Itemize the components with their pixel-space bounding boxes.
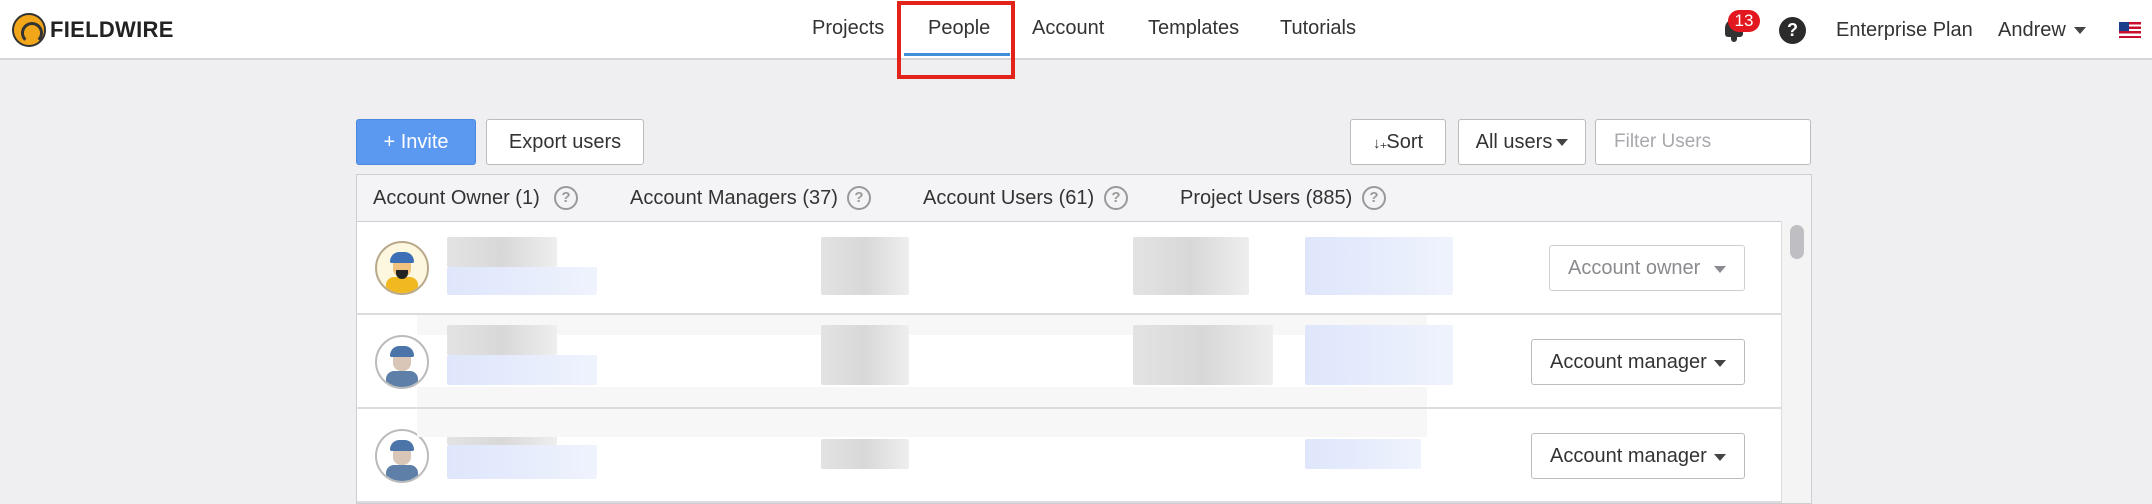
redacted-field — [1305, 325, 1453, 385]
user-category-tabs: Account Owner (1) ? Account Managers (37… — [357, 175, 1811, 222]
scrollbar[interactable] — [1781, 221, 1811, 503]
nav-tutorials[interactable]: Tutorials — [1280, 17, 1356, 40]
fieldwire-logo[interactable]: FIELDWIRE — [12, 13, 174, 47]
export-users-button[interactable]: Export users — [486, 119, 644, 165]
user-filter-select[interactable]: All users — [1458, 119, 1586, 165]
sort-button[interactable]: ↓₊Sort — [1350, 119, 1446, 165]
tab-account-users[interactable]: Account Users (61) — [923, 187, 1094, 210]
sort-alpha-icon: ↓₊ — [1372, 135, 1387, 152]
notification-badge[interactable]: 13 — [1728, 10, 1760, 32]
help-circle-icon[interactable]: ? — [1779, 17, 1806, 44]
chevron-down-icon — [1556, 139, 1569, 147]
role-select-value: Account owner — [1568, 257, 1701, 279]
user-filter-select-label: All users — [1475, 131, 1553, 153]
tab-project-users[interactable]: Project Users (885) — [1180, 187, 1352, 210]
highlight-annotation — [897, 1, 1015, 79]
avatar — [375, 335, 429, 389]
redacted-field — [1133, 237, 1249, 295]
avatar — [375, 241, 429, 295]
nav-projects[interactable]: Projects — [812, 17, 884, 40]
redacted-user-email — [447, 445, 597, 479]
role-select-value: Account manager — [1550, 351, 1707, 373]
nav-templates[interactable]: Templates — [1148, 17, 1239, 40]
table-row[interactable]: Account manager — [357, 315, 1781, 409]
table-row[interactable]: Account manager — [357, 409, 1781, 503]
scrollbar-thumb[interactable] — [1790, 225, 1804, 259]
filter-users-input[interactable] — [1595, 119, 1811, 165]
redacted-field — [821, 439, 909, 469]
redacted-field — [821, 237, 909, 295]
enterprise-plan-link[interactable]: Enterprise Plan — [1836, 19, 1973, 42]
brand-name: FIELDWIRE — [50, 17, 174, 42]
tab-account-owner[interactable]: Account Owner (1) — [373, 187, 540, 210]
redacted-user-email — [447, 355, 597, 385]
role-select: Account owner — [1549, 245, 1745, 291]
tab-account-managers[interactable]: Account Managers (37) — [630, 187, 838, 210]
redacted-user-name — [447, 237, 557, 267]
chevron-down-icon — [1714, 360, 1726, 367]
redacted-user-email — [447, 267, 597, 295]
top-navbar: FIELDWIRE Projects People Account Templa… — [0, 0, 2152, 60]
redacted-field — [821, 325, 909, 385]
chevron-down-icon — [1714, 266, 1726, 273]
user-name: Andrew — [1998, 19, 2066, 41]
redacted-field — [1305, 237, 1453, 295]
help-circle-icon[interactable]: ? — [554, 186, 578, 210]
redacted-field — [1133, 325, 1273, 385]
help-circle-icon[interactable]: ? — [1104, 186, 1128, 210]
us-flag-icon[interactable] — [2119, 22, 2141, 38]
chevron-down-icon — [1714, 454, 1726, 461]
role-select[interactable]: Account manager — [1531, 433, 1745, 479]
redacted-user-name — [447, 325, 557, 355]
redacted-overlay — [417, 315, 1427, 335]
invite-button[interactable]: + Invite — [356, 119, 476, 165]
redacted-overlay — [417, 387, 1427, 407]
help-circle-icon[interactable]: ? — [1362, 186, 1386, 210]
role-select-value: Account manager — [1550, 445, 1707, 467]
help-circle-icon[interactable]: ? — [847, 186, 871, 210]
chevron-down-icon — [2073, 27, 2086, 35]
avatar — [375, 429, 429, 483]
role-select[interactable]: Account manager — [1531, 339, 1745, 385]
sort-label: Sort — [1386, 131, 1424, 153]
user-menu[interactable]: Andrew — [1998, 19, 2086, 42]
redacted-overlay — [417, 409, 1427, 437]
nav-account[interactable]: Account — [1032, 17, 1104, 40]
table-row[interactable]: Account owner — [357, 221, 1781, 315]
fieldwire-logo-icon — [12, 13, 46, 47]
users-panel: Account Owner (1) ? Account Managers (37… — [356, 174, 1812, 504]
redacted-field — [1305, 439, 1421, 469]
